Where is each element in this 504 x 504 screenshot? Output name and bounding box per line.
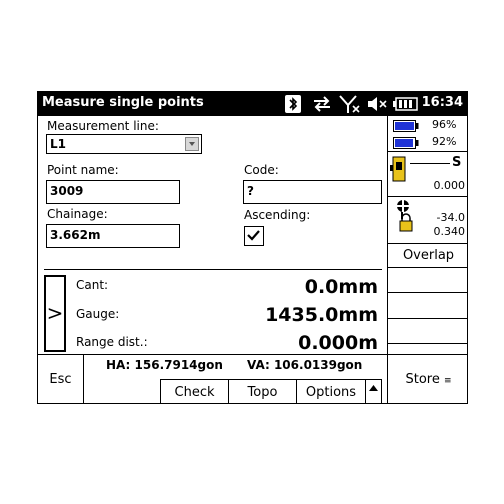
sync-icon[interactable] bbox=[312, 95, 332, 113]
arrow-up-icon bbox=[369, 385, 378, 391]
ascending-label: Ascending: bbox=[244, 208, 311, 222]
cant-value: 0.0mm bbox=[304, 276, 378, 298]
battery-icon[interactable] bbox=[393, 95, 419, 113]
window-title: Measure single points bbox=[42, 95, 204, 110]
topo-label: Topo bbox=[247, 385, 278, 400]
store-menu-icon: ≡ bbox=[443, 376, 452, 386]
check-button[interactable]: Check bbox=[160, 379, 228, 403]
battery-level-icon bbox=[393, 137, 419, 149]
measurement-line-label: Measurement line: bbox=[47, 119, 159, 133]
ha-readout: HA: 156.7914gon bbox=[106, 358, 223, 372]
code-label: Code: bbox=[244, 163, 279, 177]
speaker-muted-icon[interactable] bbox=[366, 95, 388, 113]
expand-button[interactable]: > bbox=[44, 275, 66, 352]
bluetooth-icon[interactable] bbox=[285, 95, 301, 113]
measurement-line-value: L1 bbox=[50, 137, 66, 151]
instrument-icon bbox=[390, 156, 406, 182]
options-label: Options bbox=[305, 385, 357, 400]
chainage-label: Chainage: bbox=[47, 207, 108, 221]
topo-button[interactable]: Topo bbox=[228, 379, 296, 403]
gauge-value: 1435.0mm bbox=[265, 304, 378, 326]
esc-label: Esc bbox=[49, 372, 72, 387]
section-divider bbox=[44, 269, 382, 270]
battery2-percent: 92% bbox=[432, 135, 457, 148]
prism-line bbox=[410, 163, 450, 164]
point-name-value: 3009 bbox=[50, 184, 84, 198]
options-button[interactable]: Options bbox=[296, 379, 365, 403]
battery-panel[interactable]: 96% 92% bbox=[388, 116, 467, 152]
va-readout: VA: 106.0139gon bbox=[247, 358, 363, 372]
store-button[interactable]: Store ≡ bbox=[388, 354, 467, 403]
clock: 16:34 bbox=[421, 95, 463, 110]
device-screen: Measure single points 16:34 Measurement … bbox=[37, 91, 468, 404]
prism-value: 0.000 bbox=[433, 179, 466, 192]
point-name-label: Point name: bbox=[47, 163, 119, 177]
side-button-empty-3[interactable] bbox=[388, 319, 467, 344]
overlap-button[interactable]: Overlap bbox=[388, 244, 467, 268]
tilt-value2: 0.340 bbox=[433, 225, 466, 238]
store-label: Store bbox=[405, 372, 440, 387]
range-dist-label: Range dist.: bbox=[76, 335, 148, 349]
code-value: ? bbox=[247, 184, 254, 198]
bottom-divider bbox=[38, 354, 387, 355]
point-name-field[interactable]: 3009 bbox=[46, 180, 180, 204]
tilt-value1: -34.0 bbox=[436, 211, 465, 224]
esc-button[interactable]: Esc bbox=[38, 354, 84, 403]
gauge-label: Gauge: bbox=[76, 307, 120, 321]
title-bar: Measure single points 16:34 bbox=[38, 92, 467, 116]
measurement-line-select[interactable]: L1 bbox=[46, 134, 202, 154]
expand-glyph: > bbox=[46, 301, 64, 325]
antenna-off-icon[interactable] bbox=[339, 95, 361, 113]
range-dist-value: 0.000m bbox=[298, 332, 378, 354]
battery-level-icon bbox=[393, 120, 419, 132]
checkmark-icon bbox=[247, 230, 260, 241]
prism-panel[interactable]: S 0.000 bbox=[388, 152, 467, 197]
cant-label: Cant: bbox=[76, 278, 109, 292]
overlap-label: Overlap bbox=[402, 248, 455, 263]
tilt-panel[interactable]: -34.0 0.340 bbox=[388, 197, 467, 244]
side-button-empty-1[interactable] bbox=[388, 268, 467, 293]
status-sidebar: 96% 92% S 0.000 -34.0 0.340 Overlap Stor… bbox=[387, 116, 467, 403]
chainage-value: 3.662m bbox=[50, 228, 101, 242]
ascending-checkbox[interactable] bbox=[244, 226, 264, 246]
side-button-empty-2[interactable] bbox=[388, 293, 467, 319]
battery1-percent: 96% bbox=[432, 118, 457, 131]
chainage-field[interactable]: 3.662m bbox=[46, 224, 180, 248]
scroll-up-button[interactable] bbox=[365, 379, 382, 403]
code-field[interactable]: ? bbox=[243, 180, 382, 204]
check-label: Check bbox=[174, 385, 215, 400]
prism-label: S bbox=[452, 155, 462, 170]
level-lock-icon bbox=[397, 200, 413, 232]
dropdown-arrow-icon[interactable] bbox=[185, 137, 199, 151]
